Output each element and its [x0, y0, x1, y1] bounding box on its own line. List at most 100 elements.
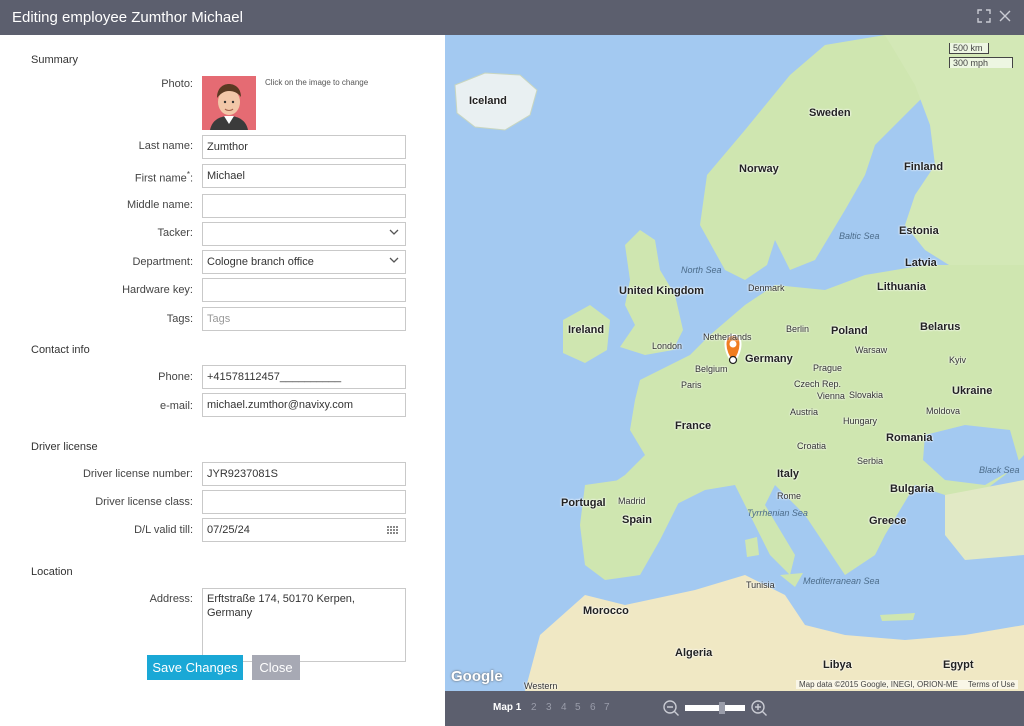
map-attribution: Map data ©2015 Google, INEGI, ORION-ME Te… [796, 680, 1018, 689]
map-label-norway: Norway [739, 163, 779, 175]
map-label-belgium: Belgium [695, 364, 728, 374]
section-contact: Contact info [31, 344, 90, 356]
map-scale: 500 km 300 mph [949, 41, 1015, 71]
zoom-slider-handle[interactable] [719, 702, 725, 714]
map-label-france: France [675, 420, 712, 432]
map-label-tyrrhenian-sea: Tyrrhenian Sea [747, 508, 808, 518]
map-label-portugal: Portugal [561, 497, 606, 509]
close-button[interactable]: Close [252, 655, 300, 680]
map-label-finland: Finland [904, 161, 944, 173]
tags-label: Tags: [166, 313, 193, 325]
employee-photo[interactable] [202, 76, 256, 130]
first-name-label-text: First name [134, 172, 187, 185]
map-label-warsaw: Warsaw [855, 345, 888, 355]
map-label-lithuania: Lithuania [877, 281, 926, 293]
maximize-icon[interactable] [976, 9, 992, 25]
department-label: Department: [132, 256, 193, 268]
email-label: e-mail: [159, 400, 193, 412]
map-label-prague: Prague [813, 363, 843, 373]
map-label-ukraine: Ukraine [952, 385, 993, 397]
map-tab-3[interactable]: 3 [546, 702, 552, 713]
map-label-black-sea: Black Sea [979, 465, 1020, 475]
map-tab-1[interactable]: Map 1 [493, 702, 521, 713]
map-label-london: London [652, 341, 683, 351]
section-location: Location [31, 566, 73, 578]
map-label-vienna: Vienna [817, 391, 845, 401]
department-select[interactable]: Cologne branch office [202, 250, 406, 274]
chevron-down-icon [389, 257, 399, 263]
department-value: Cologne branch office [207, 256, 314, 268]
map-label-bulgaria: Bulgaria [890, 483, 935, 495]
license-number-field[interactable]: JYR9237081S [202, 462, 406, 486]
terms-link[interactable]: Terms of Use [968, 680, 1015, 689]
license-valid-field[interactable]: 07/25/24 [202, 518, 406, 542]
map-label-belarus: Belarus [920, 321, 961, 333]
photo-hint: Click on the image to change [265, 78, 369, 87]
map-label-netherlands: Netherlands [703, 332, 752, 342]
middle-name-field[interactable] [202, 194, 406, 218]
address-textarea[interactable]: Erftstraße 174, 50170 Kerpen, Germany [202, 588, 406, 662]
map-label-western: Western [524, 681, 558, 691]
tags-input[interactable]: Tags [202, 307, 406, 331]
address-label: Address: [149, 593, 193, 605]
scale-mi: 300 mph [949, 57, 1013, 68]
map-label-ireland: Ireland [568, 324, 605, 336]
zoom-slider-track[interactable] [685, 705, 745, 711]
map-label-north-sea: North Sea [681, 265, 722, 275]
map-label-slovakia: Slovakia [849, 390, 884, 400]
map-label-berlin: Berlin [786, 324, 810, 334]
license-class-field[interactable] [202, 490, 406, 514]
map-label-estonia: Estonia [899, 225, 939, 237]
first-name-field[interactable]: Michael [202, 164, 406, 188]
scale-km: 500 km [949, 43, 989, 54]
calendar-icon[interactable] [387, 526, 400, 535]
map-view[interactable]: 500 km 300 mph Iceland Sweden Norway Fin… [445, 35, 1024, 691]
map-label-austria: Austria [790, 407, 819, 417]
map-label-egypt: Egypt [943, 659, 974, 671]
hardware-key-label: Hardware key: [122, 284, 193, 296]
last-name-field[interactable]: Zumthor [202, 135, 406, 159]
close-icon[interactable] [997, 9, 1013, 25]
map-label-greece: Greece [869, 515, 907, 527]
map-tab-5[interactable]: 5 [575, 702, 581, 713]
map-label-rome: Rome [777, 491, 802, 501]
hardware-key-field[interactable] [202, 278, 406, 302]
map-label-germany: Germany [745, 353, 793, 365]
license-number-label: Driver license number: [82, 468, 193, 480]
save-button[interactable]: Save Changes [147, 655, 243, 680]
map-label-poland: Poland [831, 325, 868, 337]
email-field[interactable]: michael.zumthor@navixy.com [202, 393, 406, 417]
map-label-mediterranean-sea: Mediterranean Sea [803, 576, 880, 586]
tracker-label: Tacker: [157, 227, 193, 239]
license-valid-label: D/L valid till: [134, 524, 193, 536]
phone-field[interactable]: +41578112457__________ [202, 365, 406, 389]
map-label-czech: Czech Rep. [794, 379, 842, 389]
tracker-select[interactable] [202, 222, 406, 246]
employee-form: Summary Photo: Click on the image to cha… [0, 35, 445, 726]
map-label-sweden: Sweden [809, 107, 851, 119]
map-label-moldova: Moldova [926, 406, 961, 416]
map-tab-7[interactable]: 7 [604, 702, 610, 713]
map-tab-2[interactable]: 2 [531, 702, 537, 713]
first-name-label: First name*: [135, 170, 193, 185]
map-label-morocco: Morocco [583, 605, 629, 617]
map-label-baltic-sea: Baltic Sea [839, 231, 880, 241]
map-label-croatia: Croatia [797, 441, 827, 451]
map-label-kyiv: Kyiv [949, 355, 967, 365]
map-label-denmark: Denmark [748, 283, 785, 293]
map-label-tunisia: Tunisia [746, 580, 775, 590]
license-valid-value: 07/25/24 [207, 524, 250, 536]
map-tab-4[interactable]: 4 [561, 702, 567, 713]
map-label-serbia: Serbia [857, 456, 884, 466]
google-logo: Google [451, 668, 503, 685]
map-tab-6[interactable]: 6 [590, 702, 596, 713]
map-label-libya: Libya [823, 659, 852, 671]
section-summary: Summary [31, 54, 79, 66]
map-footer: Map 1 2 3 4 5 6 7 [445, 691, 1024, 726]
attribution-text: Map data ©2015 Google, INEGI, ORION-ME [799, 680, 958, 689]
license-class-label: Driver license class: [95, 496, 193, 508]
map-label-madrid: Madrid [618, 496, 646, 506]
zoom-out-icon[interactable] [662, 699, 680, 717]
window-title: Editing employee Zumthor Michael [12, 9, 243, 26]
zoom-in-icon[interactable] [750, 699, 768, 717]
